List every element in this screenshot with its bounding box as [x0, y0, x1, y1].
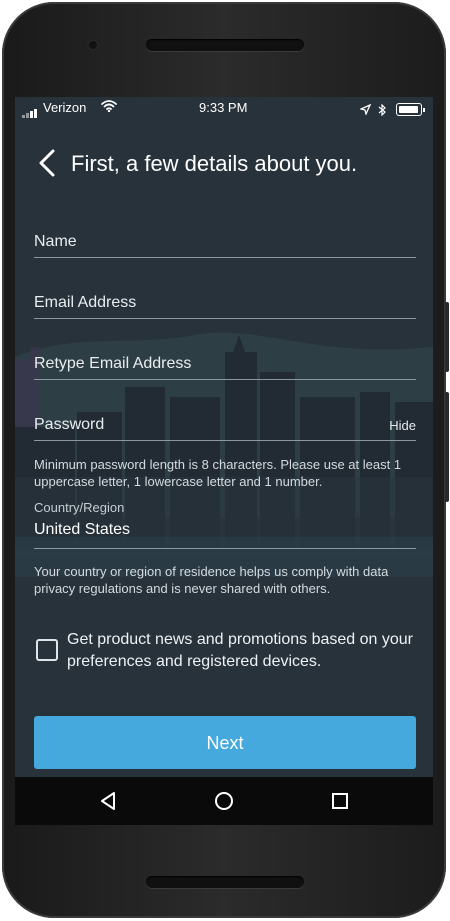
power-button — [445, 302, 449, 372]
front-camera — [87, 39, 99, 51]
password-hint: Minimum password length is 8 characters.… — [34, 457, 402, 489]
country-label: Country/Region — [34, 500, 125, 515]
retype-email-field — [34, 341, 416, 380]
country-hint: Your country or region of residence help… — [34, 564, 389, 596]
nav-recents-button[interactable] — [331, 791, 349, 816]
back-chevron-icon — [39, 149, 55, 177]
email-field — [34, 280, 416, 319]
wifi-icon — [101, 100, 117, 115]
volume-button — [445, 392, 449, 502]
status-time: 9:33 PM — [199, 100, 248, 115]
signal-icon — [22, 103, 38, 118]
status-right-icons — [358, 101, 425, 117]
bluetooth-icon — [378, 103, 387, 117]
android-nav-bar — [15, 777, 433, 825]
name-input[interactable] — [34, 233, 364, 251]
back-button[interactable] — [37, 149, 57, 182]
country-value: United States — [34, 521, 131, 538]
nav-home-button[interactable] — [214, 791, 234, 816]
newsletter-label: Get product news and promotions based on… — [67, 631, 413, 670]
name-field — [34, 219, 416, 258]
next-button[interactable]: Next — [34, 716, 416, 769]
country-select[interactable]: United States — [34, 520, 416, 549]
email-input[interactable] — [34, 294, 364, 312]
retype-email-input[interactable] — [34, 355, 364, 373]
location-icon — [358, 103, 372, 117]
nav-back-icon — [101, 792, 115, 810]
password-field: Hide — [34, 402, 416, 441]
top-speaker — [146, 39, 304, 51]
bottom-speaker — [146, 876, 304, 888]
nav-back-button[interactable] — [99, 791, 117, 816]
page-title: First, a few details about you. — [71, 151, 358, 176]
password-input[interactable] — [34, 416, 364, 434]
status-bar: Verizon 9:33 PM — [15, 97, 433, 118]
newsletter-checkbox[interactable] — [36, 639, 58, 661]
battery-icon — [396, 103, 422, 117]
hide-password-button[interactable]: Hide — [389, 418, 416, 433]
nav-recents-icon — [332, 793, 348, 809]
carrier-name: Verizon — [43, 100, 87, 115]
app-screen: Verizon 9:33 PM First, a few details abo… — [15, 97, 433, 777]
nav-home-icon — [215, 792, 233, 810]
